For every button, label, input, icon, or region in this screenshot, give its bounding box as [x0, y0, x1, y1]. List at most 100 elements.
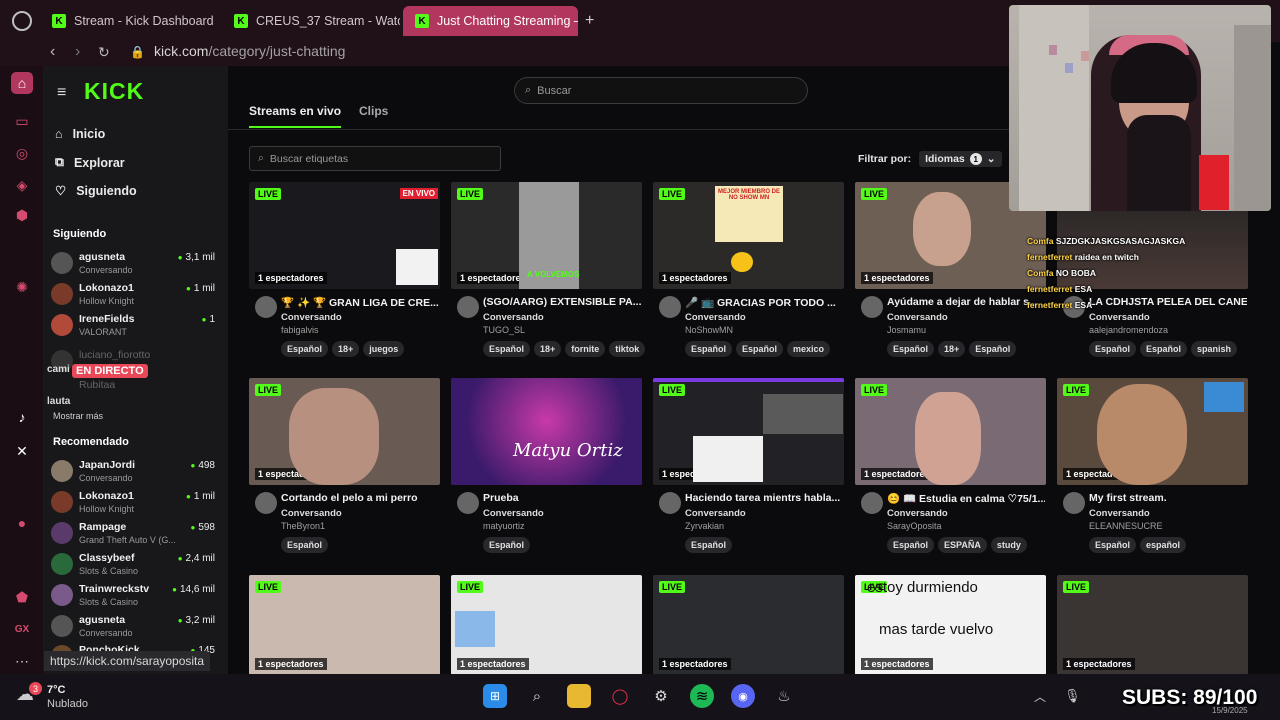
stream-tag[interactable]: Español: [736, 341, 784, 357]
stream-category[interactable]: Conversando: [281, 508, 342, 519]
stream-tag[interactable]: tiktok: [609, 341, 646, 357]
spotify-icon[interactable]: ≋: [690, 684, 714, 708]
microphone-icon[interactable]: 🎙: [1064, 688, 1081, 704]
forward-arrow-icon[interactable]: ›: [75, 44, 80, 60]
stream-username[interactable]: matyuortiz: [483, 521, 525, 531]
more-dots-icon[interactable]: ⋯: [11, 650, 33, 672]
stream-category[interactable]: Conversando: [887, 508, 948, 519]
tab-clips[interactable]: Clips: [359, 104, 388, 118]
tiktok-icon[interactable]: ♪: [11, 406, 33, 428]
stream-tag[interactable]: Español: [1089, 341, 1137, 357]
settings-icon[interactable]: ✺: [11, 276, 33, 298]
file-explorer-icon[interactable]: [567, 684, 591, 708]
stream-username[interactable]: TheByron1: [281, 521, 325, 531]
stream-tag[interactable]: español: [1140, 537, 1187, 553]
messenger-icon[interactable]: ▭: [11, 110, 33, 132]
stream-tag[interactable]: Español: [281, 537, 329, 553]
weather-desc[interactable]: Nublado: [47, 698, 88, 710]
avatar[interactable]: [255, 296, 277, 318]
stream-thumbnail[interactable]: LIVE1 espectadores: [249, 575, 440, 675]
stream-category[interactable]: Conversando: [483, 508, 544, 519]
reload-icon[interactable]: ↻: [98, 44, 110, 60]
stream-username[interactable]: NoShowMN: [685, 325, 733, 335]
stream-tag[interactable]: Español: [887, 537, 935, 553]
stream-category[interactable]: Conversando: [887, 312, 948, 323]
tab-kick-dashboard[interactable]: K Stream - Kick Dashboard: [40, 6, 218, 36]
home-icon[interactable]: ⌂: [11, 72, 33, 94]
following-channel-lauta[interactable]: lauta: [47, 396, 70, 407]
stream-username[interactable]: TUGO_SL: [483, 325, 525, 335]
nav-siguiendo[interactable]: ♡ Siguiendo: [55, 183, 137, 199]
stream-category[interactable]: Conversando: [281, 312, 342, 323]
stream-thumbnail[interactable]: LIVE1 espectadores: [249, 378, 440, 485]
stream-category[interactable]: Conversando: [1089, 508, 1150, 519]
stream-tag[interactable]: spanish: [1191, 341, 1238, 357]
avatar[interactable]: [457, 296, 479, 318]
stream-tag[interactable]: 18+: [332, 341, 360, 357]
stream-title[interactable]: 🏆 ✨ 🏆 GRAN LIGA DE CRE...: [281, 296, 439, 309]
stream-tag[interactable]: Español: [1089, 537, 1137, 553]
stream-thumbnail[interactable]: LIVE 1 espectadores EN VIVO: [249, 182, 440, 289]
twitch-icon[interactable]: ◈: [11, 174, 33, 196]
stream-tag[interactable]: juegos: [363, 341, 405, 357]
stream-title[interactable]: (SGO/AARG) EXTENSIBLE PA...: [483, 296, 641, 308]
stream-username[interactable]: ELEANNESUCRE: [1089, 521, 1163, 531]
stream-title[interactable]: Ayúdame a dejar de hablar s...: [887, 296, 1045, 308]
show-more-link[interactable]: Mostrar más: [53, 411, 103, 421]
tab-streams-en-vivo[interactable]: Streams en vivo: [249, 104, 342, 128]
stream-thumbnail[interactable]: LIVE1 espectadores: [855, 378, 1046, 485]
stream-username[interactable]: Josmamu: [887, 325, 926, 335]
avatar[interactable]: [255, 492, 277, 514]
following-channel[interactable]: Lokonazo1Hollow Knight1 mil: [51, 279, 223, 309]
stream-title[interactable]: 🎤 📺 GRACIAS POR TODO ...: [685, 296, 843, 309]
stream-thumbnail[interactable]: LIVE 1 espectadores estoy durmiendo mas ta…: [855, 575, 1046, 675]
menu-hamburger-icon[interactable]: ≡: [57, 84, 71, 102]
stream-title[interactable]: LA CDHJSTA PELEA DEL CANE...: [1089, 296, 1247, 308]
stream-tag[interactable]: mexico: [787, 341, 831, 357]
stream-username[interactable]: SarayOposita: [887, 521, 942, 531]
stream-category[interactable]: Conversando: [685, 508, 746, 519]
nav-explorar[interactable]: ⧉ Explorar: [55, 155, 125, 170]
stream-tag[interactable]: 18+: [534, 341, 562, 357]
avatar[interactable]: [861, 296, 883, 318]
cube-icon[interactable]: ⬢: [11, 204, 33, 226]
recommended-channel[interactable]: JapanJordiConversando498: [51, 456, 223, 486]
stream-thumbnail[interactable]: LIVE1 espectadores: [451, 575, 642, 675]
stream-title[interactable]: Cortando el pelo a mi perro: [281, 492, 439, 504]
stream-title[interactable]: 😊 📖 Estudia en calma ♡75/1...: [887, 492, 1045, 505]
following-channel-cami[interactable]: cami: [47, 364, 70, 375]
stream-tag[interactable]: Español: [483, 341, 531, 357]
stream-username[interactable]: fabigalvis: [281, 325, 319, 335]
new-tab-plus-icon[interactable]: +: [585, 12, 594, 30]
back-arrow-icon[interactable]: ‹: [50, 44, 55, 60]
steam-icon[interactable]: ♨: [772, 684, 796, 708]
recommended-channel[interactable]: TrainwreckstvSlots & Casino14,6 mil: [51, 580, 223, 610]
avatar[interactable]: [659, 296, 681, 318]
steam-deck-icon[interactable]: ⚙: [649, 684, 673, 708]
stream-tag[interactable]: Español: [685, 537, 733, 553]
stream-thumbnail[interactable]: LIVE 1 espectadores A VOLVEMOS: [451, 182, 642, 289]
nav-inicio[interactable]: ⌂ Inicio: [55, 127, 105, 141]
search-input[interactable]: ⌕ Buscar: [514, 77, 808, 104]
avatar[interactable]: [1063, 492, 1085, 514]
stream-title[interactable]: My first stream.: [1089, 492, 1247, 504]
stream-thumbnail[interactable]: LIVE1 espectadores: [653, 378, 844, 485]
stream-tag[interactable]: Español: [281, 341, 329, 357]
instagram-icon[interactable]: ◎: [11, 142, 33, 164]
following-channel[interactable]: agusnetaConversando3,1 mil: [51, 248, 223, 278]
stream-tag[interactable]: 18+: [938, 341, 966, 357]
browser-logo-icon[interactable]: [12, 11, 32, 31]
stream-thumbnail[interactable]: LIVE1 espectadores: [1057, 378, 1248, 485]
recommended-channel[interactable]: RampageGrand Theft Auto V (G...598: [51, 518, 223, 548]
windows-start-icon[interactable]: ⊞: [483, 684, 507, 708]
tab-just-chatting[interactable]: K Just Chatting Streaming –: [403, 6, 578, 36]
stream-thumbnail[interactable]: LIVE1 espectadores Matyu Ortiz: [451, 378, 642, 485]
opera-gx-icon[interactable]: ◯: [608, 684, 632, 708]
weather-temp[interactable]: 7°C: [47, 684, 65, 696]
stream-category[interactable]: Conversando: [685, 312, 746, 323]
gx-icon[interactable]: GX: [11, 618, 33, 640]
language-filter-dropdown[interactable]: Idiomas 1 ⌄: [919, 151, 1002, 167]
stream-username[interactable]: Zyrvakian: [685, 521, 724, 531]
stream-tag[interactable]: Español: [685, 341, 733, 357]
discord-icon[interactable]: ◉: [731, 684, 755, 708]
